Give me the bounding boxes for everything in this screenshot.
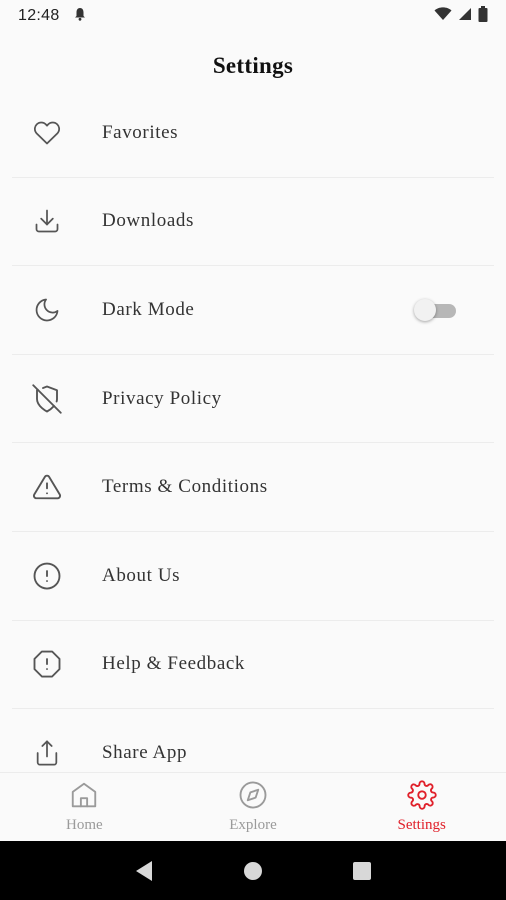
nav-explore-label: Explore (229, 816, 277, 833)
home-icon (69, 780, 99, 815)
shield-off-icon (12, 383, 82, 414)
download-icon (12, 207, 82, 235)
status-time: 12:48 (18, 7, 60, 24)
share-icon (12, 739, 82, 767)
settings-item-about-us[interactable]: About Us (12, 532, 494, 621)
dark-mode-toggle[interactable] (414, 298, 458, 322)
page-title: Settings (212, 53, 294, 78)
recents-square-icon[interactable] (350, 859, 374, 883)
settings-item-help-feedback[interactable]: Help & Feedback (12, 621, 494, 710)
alert-triangle-icon (12, 472, 82, 502)
nav-home-label: Home (66, 816, 103, 833)
settings-item-favorites[interactable]: Favorites (12, 89, 494, 178)
bottom-navigation: Home Explore Settings (0, 772, 506, 840)
settings-item-label: Help & Feedback (102, 653, 246, 675)
alert-circle-icon (12, 561, 82, 591)
compass-icon (238, 780, 268, 815)
status-bar: 12:48 (0, 0, 506, 32)
system-navigation-bar (0, 841, 506, 900)
settings-item-label: Dark Mode (102, 298, 195, 320)
moon-icon (12, 296, 82, 324)
alert-octagon-icon (12, 649, 82, 679)
nav-settings-label: Settings (397, 816, 446, 833)
settings-item-label: Terms & Conditions (102, 476, 268, 498)
settings-list: Favorites Downloads Dark Mode Privacy Po… (12, 89, 494, 798)
settings-item-label: Privacy Policy (102, 387, 222, 409)
settings-item-label: Share App (102, 742, 188, 764)
settings-item-terms[interactable]: Terms & Conditions (12, 443, 494, 532)
settings-item-privacy-policy[interactable]: Privacy Policy (12, 355, 494, 444)
heart-icon (12, 119, 82, 147)
wifi-icon (434, 6, 452, 26)
nav-explore[interactable]: Explore (169, 773, 338, 840)
nav-settings[interactable]: Settings (337, 773, 506, 840)
settings-item-label: Downloads (102, 210, 194, 232)
battery-icon (478, 5, 488, 27)
settings-screen: 12:48 Settings Favorites Downloads Dark … (0, 0, 506, 900)
page-header: Settings (0, 44, 506, 88)
settings-item-label: About Us (102, 564, 181, 586)
settings-item-label: Favorites (102, 121, 179, 143)
settings-item-downloads[interactable]: Downloads (12, 178, 494, 267)
nav-home[interactable]: Home (0, 773, 169, 840)
toggle-thumb (414, 298, 436, 321)
signal-icon (458, 7, 472, 26)
home-circle-icon[interactable] (241, 859, 265, 883)
gear-icon (407, 779, 437, 815)
notification-bell-icon (74, 7, 86, 26)
back-icon[interactable] (132, 859, 156, 883)
settings-item-dark-mode[interactable]: Dark Mode (12, 266, 494, 355)
